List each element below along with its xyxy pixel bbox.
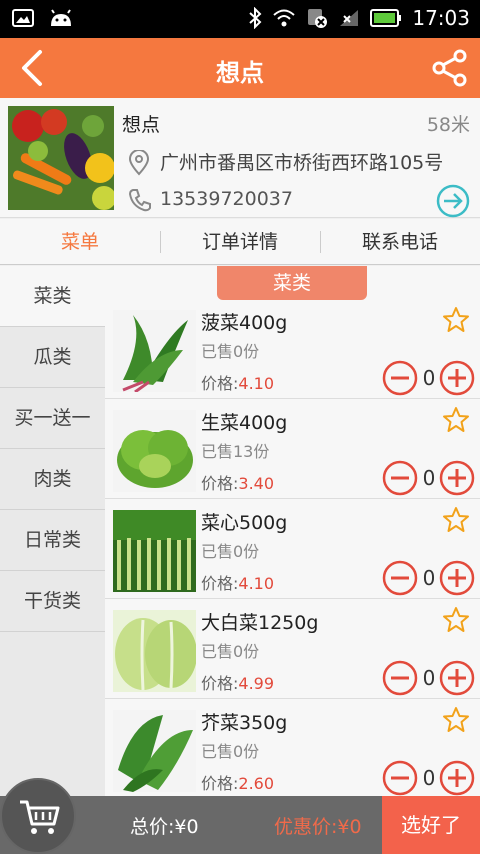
- product-image: [113, 310, 196, 392]
- total-price: 总价:¥0: [130, 816, 199, 838]
- quantity-value: 0: [422, 466, 436, 490]
- product-price-row: 价格:4.99: [201, 670, 274, 694]
- app-header: 想点: [0, 38, 480, 98]
- shop-phone[interactable]: 13539720037: [160, 188, 293, 210]
- signal-icon: [340, 10, 359, 26]
- price-label: 价格:: [201, 374, 239, 393]
- page-title: 想点: [216, 59, 264, 87]
- shop-info: 想点 58米 广州市番禺区市桥街西环路105号 13539720037: [0, 98, 480, 218]
- product-name: 菜心500g: [201, 512, 288, 534]
- category-dry-goods[interactable]: 干货类: [0, 571, 105, 632]
- share-icon[interactable]: [430, 48, 470, 88]
- price-label: 价格:: [201, 474, 239, 493]
- product-image: [113, 610, 196, 692]
- favorite-star-icon[interactable]: [442, 406, 470, 434]
- price-label: 价格:: [201, 674, 239, 693]
- product-price: 3.40: [238, 474, 275, 493]
- increase-quantity-button[interactable]: [439, 660, 475, 696]
- tab-bar: 菜单 订单详情 联系电话: [0, 219, 480, 265]
- shop-image: [8, 106, 114, 210]
- product-item: 菜心500g 已售0份 价格:4.10 0: [105, 500, 480, 599]
- favorite-star-icon[interactable]: [442, 306, 470, 334]
- category-vegetables[interactable]: 菜类: [0, 266, 105, 327]
- price-label: 价格:: [201, 574, 239, 593]
- bluetooth-icon: [249, 7, 262, 29]
- category-sidebar: 菜类 瓜类 买一送一 肉类 日常类 干货类: [0, 266, 105, 796]
- product-name: 生菜400g: [201, 412, 288, 434]
- favorite-star-icon[interactable]: [442, 606, 470, 634]
- android-icon: [51, 9, 71, 26]
- tab-menu[interactable]: 菜单: [0, 219, 160, 264]
- shop-distance: 58米: [426, 114, 470, 136]
- product-sold-count: 已售0份: [201, 342, 260, 361]
- favorite-star-icon[interactable]: [442, 706, 470, 734]
- decrease-quantity-button[interactable]: [382, 760, 418, 796]
- product-name: 菠菜400g: [201, 312, 288, 334]
- quantity-value: 0: [422, 366, 436, 390]
- battery-icon: [370, 9, 402, 27]
- quantity-value: 0: [422, 666, 436, 690]
- product-price-row: 价格:2.60: [201, 770, 274, 794]
- wifi-icon: [273, 9, 296, 27]
- increase-quantity-button[interactable]: [439, 760, 475, 796]
- increase-quantity-button[interactable]: [439, 460, 475, 496]
- increase-quantity-button[interactable]: [439, 360, 475, 396]
- discount-price: 优惠价:¥0: [274, 816, 362, 838]
- product-sold-count: 已售13份: [201, 442, 270, 461]
- sim-card-icon: [308, 9, 328, 28]
- clock: 17:03: [412, 6, 470, 30]
- product-price: 4.10: [238, 374, 275, 393]
- confirm-selection-button[interactable]: 选好了: [382, 796, 480, 854]
- product-price: 2.60: [238, 774, 275, 793]
- product-name: 大白菜1250g: [201, 612, 319, 634]
- status-bar: 17:03: [0, 0, 480, 38]
- tab-order-details[interactable]: 订单详情: [160, 219, 320, 264]
- product-sold-count: 已售0份: [201, 642, 260, 661]
- decrease-quantity-button[interactable]: [382, 460, 418, 496]
- category-meat[interactable]: 肉类: [0, 449, 105, 510]
- product-sold-count: 已售0份: [201, 742, 260, 761]
- product-sold-count: 已售0份: [201, 542, 260, 561]
- shopping-cart-icon: [20, 800, 60, 834]
- product-image: [113, 710, 196, 792]
- category-buy-one-get-one[interactable]: 买一送一: [0, 388, 105, 449]
- category-melons[interactable]: 瓜类: [0, 327, 105, 388]
- shop-name: 想点: [122, 114, 161, 136]
- navigate-arrow-icon[interactable]: [436, 184, 470, 218]
- phone-icon: [128, 189, 151, 212]
- price-label: 价格:: [201, 774, 239, 793]
- decrease-quantity-button[interactable]: [382, 660, 418, 696]
- product-list[interactable]: 菠菜400g 已售0份 价格:4.10 0 生菜400g 已售13份 价格:3.…: [105, 266, 480, 796]
- product-image: [113, 410, 196, 492]
- product-price-row: 价格:3.40: [201, 470, 274, 494]
- product-name: 芥菜350g: [201, 712, 288, 734]
- product-price-row: 价格:4.10: [201, 570, 274, 594]
- product-image: [113, 510, 196, 592]
- gallery-icon: [12, 9, 34, 27]
- quantity-value: 0: [422, 766, 436, 790]
- decrease-quantity-button[interactable]: [382, 360, 418, 396]
- location-pin-icon: [128, 150, 150, 176]
- product-item: 生菜400g 已售13份 价格:3.40 0: [105, 400, 480, 499]
- tab-contact-phone[interactable]: 联系电话: [320, 219, 480, 264]
- increase-quantity-button[interactable]: [439, 560, 475, 596]
- category-daily[interactable]: 日常类: [0, 510, 105, 571]
- favorite-star-icon[interactable]: [442, 506, 470, 534]
- cart-button[interactable]: [0, 778, 76, 854]
- product-item: 芥菜350g 已售0份 价格:2.60 0: [105, 700, 480, 796]
- product-price-row: 价格:4.10: [201, 370, 274, 394]
- quantity-value: 0: [422, 566, 436, 590]
- product-item: 菠菜400g 已售0份 价格:4.10 0: [105, 300, 480, 399]
- section-header: 菜类: [217, 266, 367, 300]
- product-item: 大白菜1250g 已售0份 价格:4.99 0: [105, 600, 480, 699]
- shop-address: 广州市番禺区市桥街西环路105号: [160, 152, 444, 174]
- product-price: 4.10: [238, 574, 275, 593]
- product-price: 4.99: [238, 674, 275, 693]
- decrease-quantity-button[interactable]: [382, 560, 418, 596]
